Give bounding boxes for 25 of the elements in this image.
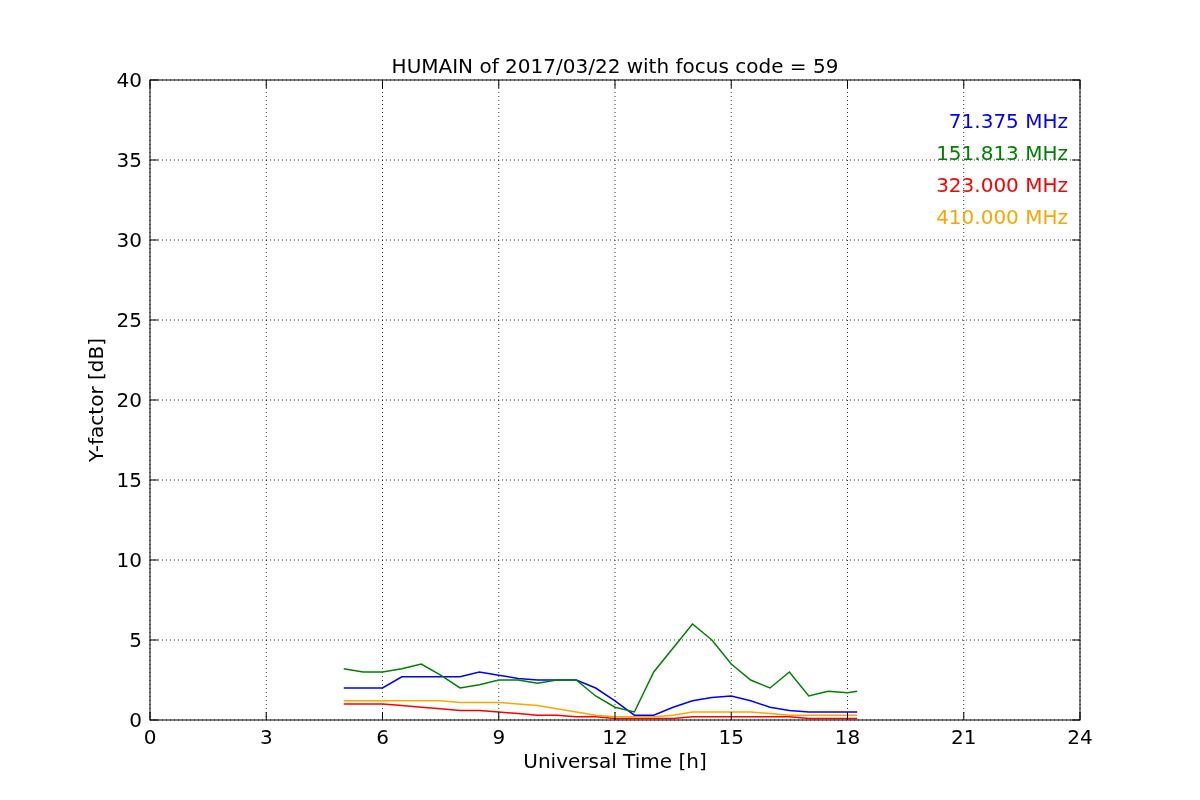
x-tick-label: 21 bbox=[951, 725, 977, 749]
x-tick-label: 12 bbox=[602, 725, 628, 749]
legend-label: 151.813 MHz bbox=[936, 141, 1068, 165]
y-tick-label: 5 bbox=[129, 628, 142, 652]
y-tick-label: 0 bbox=[129, 708, 142, 732]
x-tick-label: 18 bbox=[834, 725, 861, 749]
x-axis-label: Universal Time [h] bbox=[523, 749, 707, 773]
y-tick-label: 25 bbox=[116, 308, 142, 332]
x-tick-label: 24 bbox=[1067, 725, 1093, 749]
x-tick-label: 3 bbox=[259, 725, 273, 749]
y-axis-label: Y-factor [dB] bbox=[84, 338, 108, 462]
legend-label: 410.000 MHz bbox=[936, 205, 1068, 229]
legend-label: 71.375 MHz bbox=[948, 109, 1068, 133]
y-tick-label: 20 bbox=[116, 388, 142, 412]
y-tick-label: 15 bbox=[116, 468, 142, 492]
y-tick-label: 40 bbox=[116, 68, 142, 92]
legend-label: 323.000 MHz bbox=[936, 173, 1068, 197]
chart-title: HUMAIN of 2017/03/22 with focus code = 59 bbox=[391, 54, 839, 78]
y-tick-label: 30 bbox=[116, 228, 142, 252]
x-tick-label: 6 bbox=[376, 725, 389, 749]
x-tick-label: 9 bbox=[492, 725, 506, 749]
y-tick-label: 35 bbox=[116, 148, 142, 172]
y-tick-label: 10 bbox=[116, 548, 142, 572]
x-tick-label: 0 bbox=[143, 725, 157, 749]
x-tick-label: 15 bbox=[718, 725, 744, 749]
